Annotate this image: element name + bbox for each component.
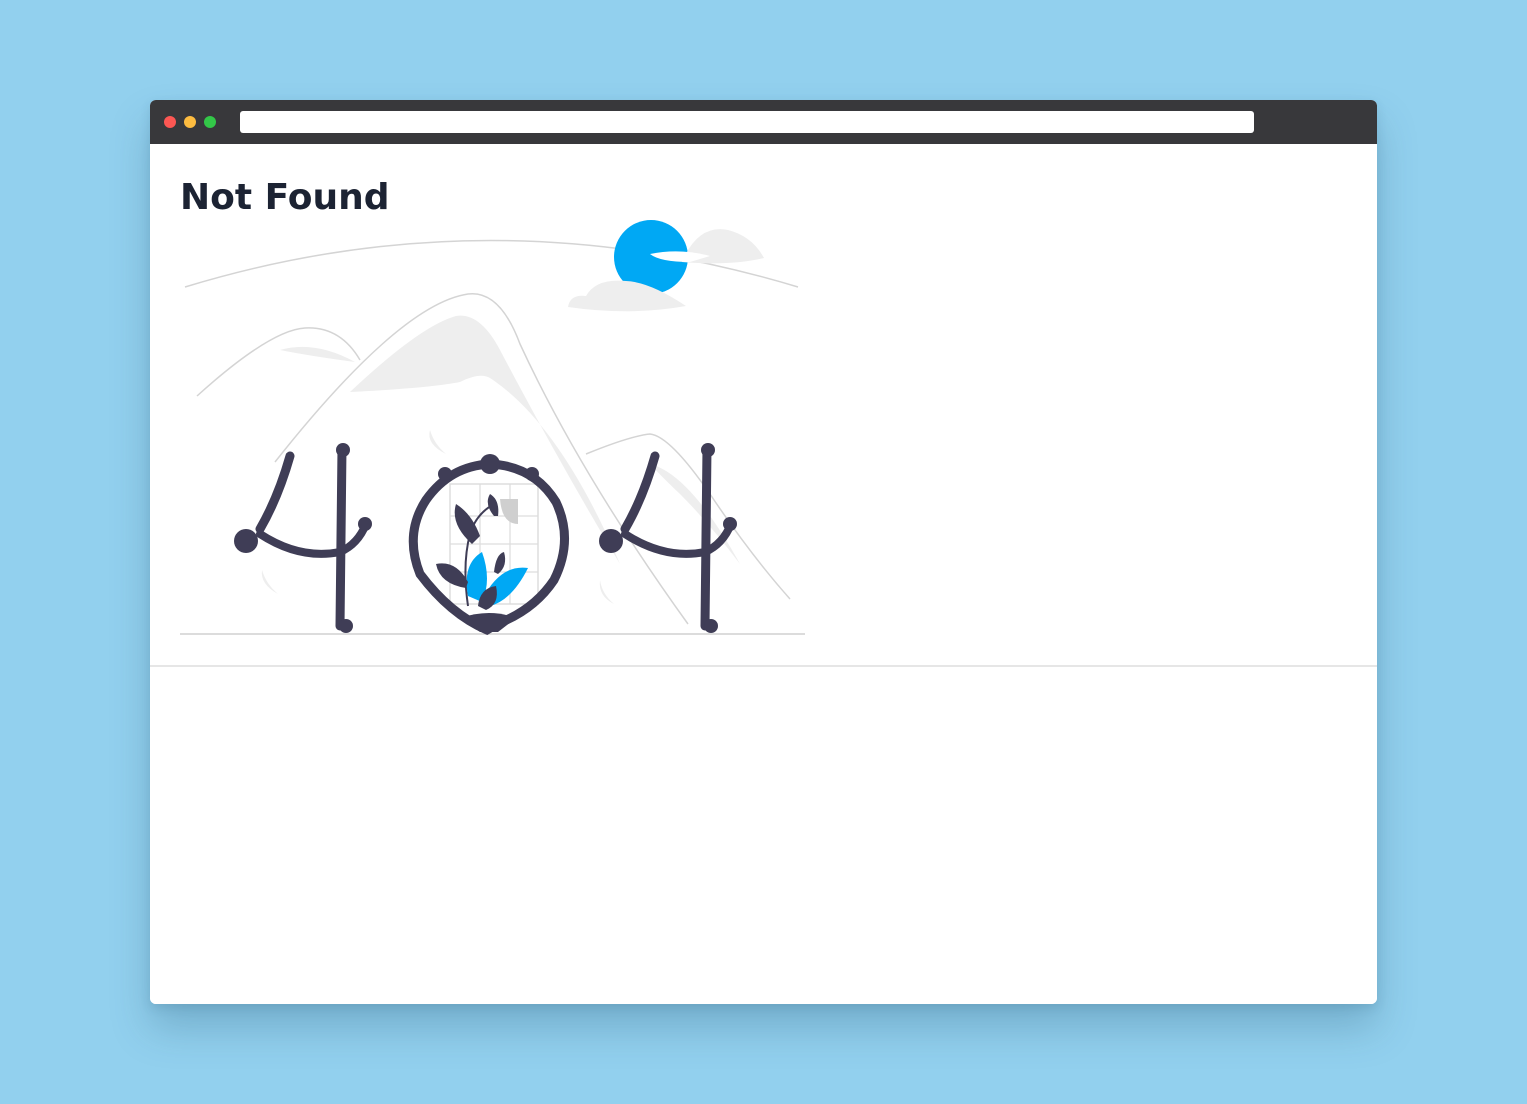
content-divider bbox=[150, 665, 1377, 667]
page-title: Not Found bbox=[180, 177, 390, 218]
browser-titlebar bbox=[150, 100, 1377, 144]
maximize-window-button[interactable] bbox=[204, 116, 216, 128]
address-bar-input[interactable] bbox=[240, 111, 1254, 133]
digit-four-icon bbox=[599, 443, 737, 633]
close-window-button[interactable] bbox=[164, 116, 176, 128]
browser-window: Not Found bbox=[150, 100, 1377, 1004]
digit-zero-icon bbox=[408, 454, 569, 636]
minimize-window-button[interactable] bbox=[184, 116, 196, 128]
digit-four-icon bbox=[234, 443, 372, 633]
404-illustration bbox=[180, 220, 805, 636]
page-content: Not Found bbox=[150, 144, 1377, 1004]
